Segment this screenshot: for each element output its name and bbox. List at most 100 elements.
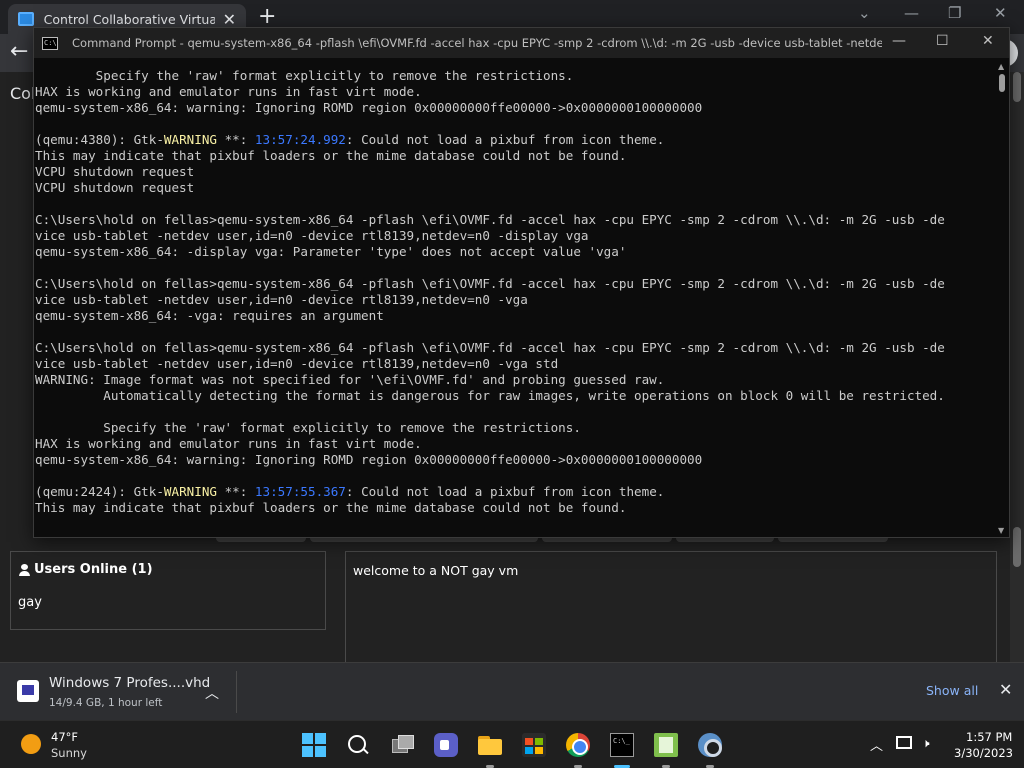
download-bar: Windows 7 Profes....vhd 14/9.4 GB, 1 hou…: [0, 662, 1024, 720]
vhd-file-icon: [17, 680, 39, 702]
cmd-text-segment: (qemu:4380): Gtk-: [35, 132, 164, 147]
volume-muted-icon[interactable]: 🕨: [922, 736, 936, 750]
cmd-text-segment: **:: [216, 132, 255, 147]
windows-start-icon[interactable]: [302, 733, 326, 757]
task-view-icon[interactable]: [390, 733, 414, 757]
back-button[interactable]: ←: [10, 39, 28, 64]
search-icon[interactable]: [346, 733, 370, 757]
cmd-text-segment: vice usb-tablet -netdev user,id=n0 -devi…: [35, 356, 559, 371]
cmd-text-segment: WARNING: [163, 484, 217, 499]
cmd-text-segment: : Could not load a pixbuf from icon them…: [345, 484, 665, 499]
scrollbar-thumb-lower[interactable]: [1013, 527, 1021, 567]
cmd-close-icon[interactable]: ✕: [982, 33, 994, 49]
cmd-output-line: qemu-system-x86_64: warning: Ignoring RO…: [35, 100, 997, 116]
cmd-output-line: This may indicate that pixbuf loaders or…: [35, 500, 997, 516]
terminal-icon: C:\: [42, 36, 58, 50]
close-download-bar-icon[interactable]: ✕: [999, 680, 1012, 699]
meet-chat-icon[interactable]: [434, 733, 458, 757]
cmd-output-line: vice usb-tablet -netdev user,id=n0 -devi…: [35, 356, 997, 372]
chrome-icon[interactable]: [566, 733, 590, 757]
cmd-text-segment: WARNING: [163, 132, 217, 147]
clock-time[interactable]: 1:57 PM: [966, 730, 1012, 744]
cmd-maximize-icon[interactable]: ☐: [936, 33, 949, 49]
users-online-heading: Users Online (1): [19, 562, 153, 577]
users-online-panel: Users Online (1) gay: [10, 551, 326, 630]
cmd-output-line: [35, 116, 997, 132]
weather-condition[interactable]: Sunny: [51, 746, 87, 760]
minimize-icon[interactable]: —: [904, 4, 919, 22]
scrollbar-thumb[interactable]: [1013, 72, 1021, 102]
network-icon[interactable]: [896, 736, 912, 749]
command-prompt-icon[interactable]: [610, 733, 634, 757]
cmd-text-segment: C:\Users\hold on fellas>qemu-system-x86_…: [35, 276, 945, 291]
sun-weather-icon[interactable]: [21, 734, 41, 754]
user-list-item[interactable]: gay: [18, 595, 42, 610]
download-status: 14/9.4 GB, 1 hour left: [49, 697, 163, 709]
cmd-text-segment: HAX is working and emulator runs in fast…: [35, 436, 422, 451]
cmd-output-line: qemu-system-x86_64: warning: Ignoring RO…: [35, 452, 997, 468]
download-filename[interactable]: Windows 7 Profes....vhd: [49, 675, 210, 691]
cmd-text-segment: (qemu:2424): Gtk-: [35, 484, 164, 499]
cmd-output-line: This may indicate that pixbuf loaders or…: [35, 148, 997, 164]
notepad-icon[interactable]: [654, 733, 678, 757]
cmd-scrollbar[interactable]: ▲ ▼: [995, 58, 1009, 537]
cmd-text-segment: C:\Users\hold on fellas>qemu-system-x86_…: [35, 340, 945, 355]
close-window-icon[interactable]: ✕: [994, 4, 1007, 22]
cmd-minimize-icon[interactable]: —: [892, 33, 906, 49]
weather-temperature[interactable]: 47°F: [51, 730, 78, 744]
cmd-output-line: qemu-system-x86_64: -display vga: Parame…: [35, 244, 997, 260]
clock-date[interactable]: 3/30/2023: [954, 746, 1013, 760]
cmd-output-line: C:\Users\hold on fellas>qemu-system-x86_…: [35, 212, 997, 228]
cmd-output-line: [35, 468, 997, 484]
tab-search-icon[interactable]: ⌄: [858, 4, 871, 22]
cmd-text-segment: : Could not load a pixbuf from icon them…: [345, 132, 665, 147]
download-divider: [236, 671, 237, 713]
show-all-button[interactable]: Show all: [926, 683, 978, 698]
cmd-text-segment: 13:57:55.367: [254, 484, 346, 499]
chevron-up-icon[interactable]: ︿: [205, 683, 219, 703]
cmd-output-line: HAX is working and emulator runs in fast…: [35, 436, 997, 452]
cmd-output-line: Specify the 'raw' format explicitly to r…: [35, 420, 997, 436]
tab-title: Control Collaborative Virtual Ma: [43, 11, 215, 27]
tray-chevron-up-icon[interactable]: ︿: [870, 735, 883, 754]
microsoft-store-icon[interactable]: [522, 733, 546, 757]
command-prompt-window[interactable]: C:\ Command Prompt - qemu-system-x86_64 …: [33, 27, 1010, 538]
cmd-output-line: C:\Users\hold on fellas>qemu-system-x86_…: [35, 340, 997, 356]
cmd-output-line: [35, 404, 997, 420]
cmd-titlebar[interactable]: C:\ Command Prompt - qemu-system-x86_64 …: [34, 28, 1009, 58]
new-tab-button[interactable]: +: [258, 4, 276, 29]
cmd-output-line: Automatically detecting the format is da…: [35, 388, 997, 404]
monitor-favicon-icon: [18, 12, 34, 26]
cmd-output-line: (qemu:4380): Gtk-WARNING **: 13:57:24.99…: [35, 132, 997, 148]
cmd-window-title: Command Prompt - qemu-system-x86_64 -pfl…: [72, 36, 882, 50]
cmd-scrollbar-thumb[interactable]: [999, 74, 1005, 92]
scroll-up-arrow-icon[interactable]: ▲: [998, 62, 1004, 71]
cmd-text-segment: 13:57:24.992: [254, 132, 346, 147]
tab-close-icon[interactable]: ✕: [223, 10, 236, 29]
chat-message: welcome to a NOT gay vm: [353, 563, 519, 578]
cmd-text-segment: qemu-system-x86_64: -vga: requires an ar…: [35, 308, 384, 323]
cmd-output-line: vice usb-tablet -netdev user,id=n0 -devi…: [35, 292, 997, 308]
cmd-text-segment: WARNING: Image format was not specified …: [35, 372, 665, 387]
cmd-text-segment: Automatically detecting the format is da…: [35, 388, 945, 403]
cmd-output-line: [35, 196, 997, 212]
cmd-text-segment: VCPU shutdown request: [35, 180, 195, 195]
cmd-text-segment: **:: [216, 484, 255, 499]
cmd-text-segment: qemu-system-x86_64: warning: Ignoring RO…: [35, 100, 703, 115]
cmd-text-segment: This may indicate that pixbuf loaders or…: [35, 148, 627, 163]
cmd-output-line: Specify the 'raw' format explicitly to r…: [35, 68, 997, 84]
restore-icon[interactable]: ❐: [948, 4, 961, 22]
cmd-output-line: [35, 324, 997, 340]
cmd-output-line: qemu-system-x86_64: -vga: requires an ar…: [35, 308, 997, 324]
user-icon: [19, 563, 30, 576]
file-explorer-icon[interactable]: [478, 733, 502, 757]
cmd-text-segment: Specify the 'raw' format explicitly to r…: [35, 68, 574, 83]
settings-gear-icon[interactable]: [698, 733, 722, 757]
scroll-down-arrow-icon[interactable]: ▼: [998, 526, 1004, 535]
cmd-text-segment: C:\Users\hold on fellas>qemu-system-x86_…: [35, 212, 945, 227]
taskbar: 47°F Sunny ︿ 🕨 1:57 PM 3/30/2023: [0, 720, 1024, 768]
cmd-output[interactable]: Specify the 'raw' format explicitly to r…: [35, 68, 997, 536]
page-scrollbar[interactable]: [1010, 72, 1024, 662]
cmd-text-segment: HAX is working and emulator runs in fast…: [35, 84, 422, 99]
cmd-output-line: HAX is working and emulator runs in fast…: [35, 84, 997, 100]
